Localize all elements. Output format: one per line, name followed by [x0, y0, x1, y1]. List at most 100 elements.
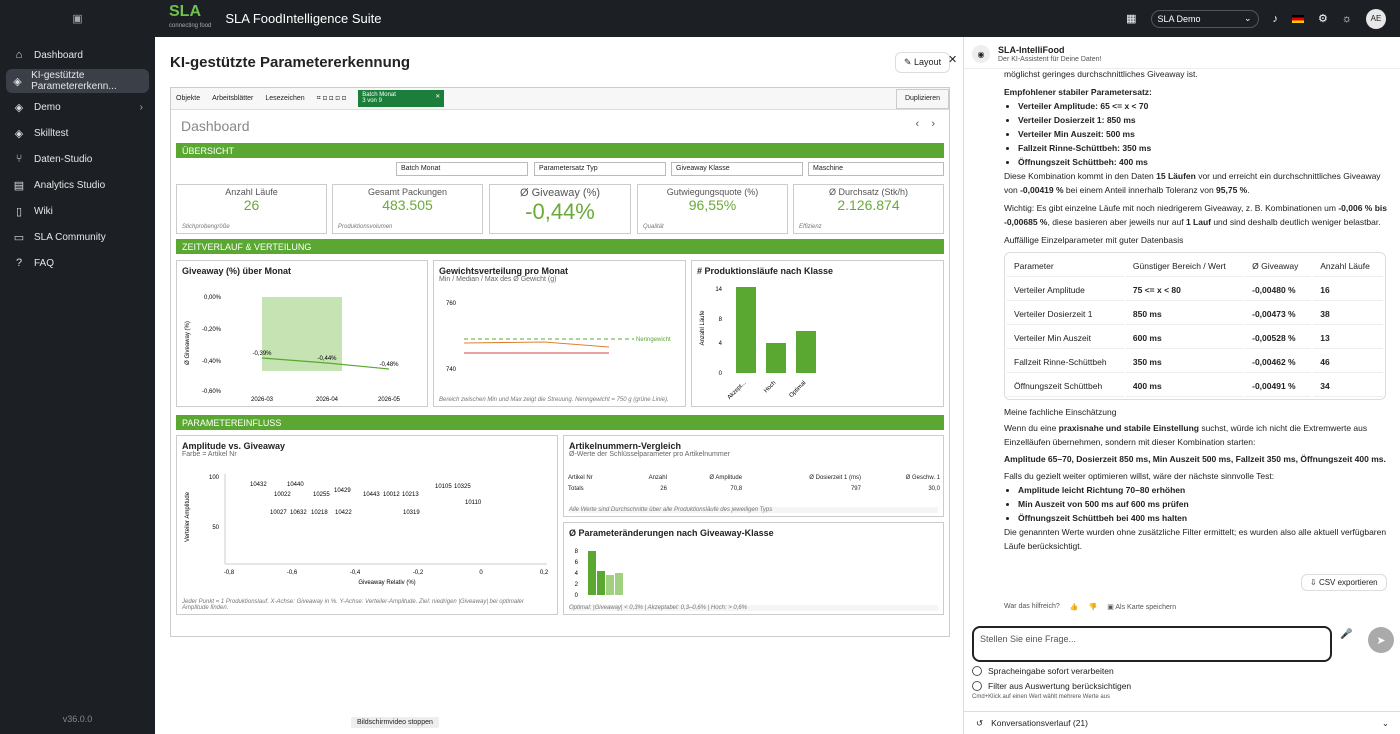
- duplicate-button[interactable]: Duplizieren: [895, 88, 949, 109]
- flag-de-icon[interactable]: [1292, 14, 1305, 23]
- x-tick: 0,2: [540, 570, 549, 576]
- bar: [766, 343, 786, 373]
- data-label: -0,39%: [252, 351, 272, 357]
- kpi-anzahl-laeufe[interactable]: Anzahl Läufe 26 Stichprobengröße: [176, 184, 327, 234]
- bar: [736, 287, 756, 373]
- environment-select[interactable]: SLA Demo ⌄: [1150, 9, 1259, 28]
- stop-recording-button[interactable]: Bildschirmvideo stoppen: [351, 717, 439, 728]
- toolbar-objects[interactable]: Objekte: [176, 95, 200, 102]
- section-header: ZEITVERLAUF & VERTEILUNG: [176, 239, 944, 254]
- radio[interactable]: [972, 681, 982, 691]
- msg-paragraph: Meine fachliche Einschätzung: [1004, 407, 1117, 417]
- point-label: 10319: [403, 510, 420, 516]
- point-label: 10443: [363, 492, 380, 498]
- y-tick: 100: [209, 475, 220, 481]
- list-item: Öffnungszeit Schüttbeh bei 400 ms halten: [1018, 513, 1188, 523]
- sidebar-item-skilltest[interactable]: ◈ Skilltest: [6, 121, 149, 145]
- logo-sub: connecting food: [169, 22, 212, 29]
- col-header: Anzahl: [648, 475, 667, 481]
- test-list: Amplitude leicht Richtung 70–80 erhöhen …: [1018, 483, 1389, 525]
- selection-tools-icon[interactable]: ⌗ ⊡ ⊡ ⊡ ⊡: [317, 95, 347, 103]
- topbar: SLA connecting food SLA FoodIntelligence …: [155, 0, 1400, 37]
- option-voice[interactable]: Spracheingabe sofort verarbeiten: [972, 666, 1114, 676]
- send-button[interactable]: ➤: [1368, 627, 1394, 653]
- sidebar-item-ki[interactable]: ◈ KI-gestützte Parametererkenn...: [6, 69, 149, 93]
- sidebar-item-label: Skilltest: [34, 127, 69, 139]
- toolbar-bookmarks[interactable]: Lesezeichen: [265, 95, 304, 102]
- sidebar-item-faq[interactable]: ? FAQ: [6, 251, 149, 275]
- radio[interactable]: [972, 666, 982, 676]
- sidebar-item-analytics[interactable]: ▤ Analytics Studio: [6, 173, 149, 197]
- clear-selection-icon[interactable]: ✕: [435, 93, 440, 100]
- thumbs-down-icon[interactable]: 👎: [1088, 603, 1097, 611]
- chart-footnote: Optimal: |Giveaway| < 0,3% | Akzeptabel:…: [569, 605, 938, 611]
- theme-icon[interactable]: ☼: [1342, 13, 1352, 25]
- main-area: KI-gestützte Parametererkennung ✎ Layout…: [155, 37, 963, 734]
- y-tick: 0,00%: [204, 295, 222, 301]
- chart-gewichtsverteilung[interactable]: Gewichtsverteilung pro Monat Min / Media…: [433, 260, 686, 407]
- app-logo[interactable]: SLA connecting food: [169, 3, 212, 33]
- microphone-icon[interactable]: 🎤: [1340, 629, 1352, 640]
- point-label: 10432: [250, 482, 267, 488]
- kpi-sub: Qualität: [643, 224, 664, 230]
- kpi-gutwiegung[interactable]: Gutwiegungsquote (%) 96,55% Qualität: [637, 184, 788, 234]
- close-icon[interactable]: ✕: [948, 53, 957, 66]
- gear-icon[interactable]: ⚙: [1318, 12, 1328, 25]
- list-item: Fallzeit Rinne-Schüttbeh: 350 ms: [1018, 143, 1152, 153]
- kpi-sub: Produktionsvolumen: [338, 224, 393, 230]
- save-card-button[interactable]: ▣ Als Karte speichern: [1107, 603, 1176, 611]
- reference-label: Nenngewicht: [636, 337, 671, 343]
- bar: [615, 573, 623, 595]
- chart-parameteraenderungen[interactable]: Ø Parameteränderungen nach Giveaway-Klas…: [563, 522, 944, 615]
- msg-highlight: Amplitude 65–70, Dosierzeit 850 ms, Min …: [1004, 454, 1386, 464]
- msg-paragraph: Falls du gezielt weiter optimieren wills…: [1004, 471, 1275, 481]
- batch-selection-chip[interactable]: Batch Monat 3 von 9 ✕: [358, 90, 445, 107]
- chart-amplitude-giveaway[interactable]: Amplitude vs. Giveaway Farbe = Artikel N…: [176, 435, 558, 615]
- toolbar-sheets[interactable]: Arbeitsblätter: [212, 95, 253, 102]
- msg-paragraph: Wenn du eine praxisnahe und stabile Eins…: [1004, 423, 1368, 447]
- msg-text: möglichst geringes durchschnittliches Gi…: [1004, 69, 1198, 79]
- avatar[interactable]: AE: [1366, 8, 1386, 29]
- thumbs-up-icon[interactable]: 👍: [1070, 603, 1079, 611]
- kpi-giveaway[interactable]: Ø Giveaway (%) -0,44%: [489, 184, 631, 234]
- sheet-nav-icons[interactable]: ‹ ›: [915, 118, 935, 130]
- chart-produktionslaeufe[interactable]: # Produktionsläufe nach Klasse Anzahl Lä…: [691, 260, 944, 407]
- filter-parametersatz[interactable]: Parametersatz Typ: [534, 162, 666, 176]
- sidebar-item-demo[interactable]: ◈ Demo ›: [6, 95, 149, 119]
- bell-icon[interactable]: ♪: [1273, 13, 1279, 25]
- x-tick: Akzept...: [727, 380, 748, 401]
- chart-giveaway-monat[interactable]: Giveaway (%) über Monat 0,00% -0,20% -0,…: [176, 260, 428, 407]
- y-axis-label: Anzahl Läufe: [700, 310, 706, 346]
- sidebar-item-daten-studio[interactable]: ⑂ Daten-Studio: [6, 147, 149, 171]
- x-tick: -0,2: [413, 570, 424, 576]
- point-label: 10440: [287, 482, 304, 488]
- kpi-durchsatz[interactable]: Ø Durchsatz (Stk/h) 2.126.874 Effizienz: [793, 184, 944, 234]
- point-label: 10632: [290, 510, 307, 516]
- filter-batch-monat[interactable]: Batch Monat: [396, 162, 528, 176]
- environment-value: SLA Demo: [1157, 13, 1201, 24]
- table-artikelnummern[interactable]: Artikelnummern-Vergleich Ø-Werte der Sch…: [563, 435, 944, 517]
- option-filter[interactable]: Filter aus Auswertung berücksichtigen: [972, 681, 1131, 691]
- csv-export-button[interactable]: ⇩ CSV exportieren: [1301, 574, 1387, 591]
- sidebar-item-wiki[interactable]: ▯ Wiki: [6, 199, 149, 223]
- chart-footnote: Bereich zwischen Min und Max zeigt die S…: [439, 397, 669, 403]
- kpi-packungen[interactable]: Gesamt Packungen 483.505 Produktionsvolume…: [332, 184, 483, 234]
- filter-maschine[interactable]: Maschine: [808, 162, 944, 176]
- chart-title: # Produktionsläufe nach Klasse: [697, 266, 834, 276]
- sidebar-item-dashboard[interactable]: ⌂ Dashboard: [6, 43, 149, 67]
- bar: [796, 331, 816, 373]
- sidebar-toggle-icon[interactable]: ▣: [0, 0, 155, 37]
- layout-button[interactable]: ✎ Layout: [895, 52, 951, 73]
- sidebar-item-community[interactable]: ▭ SLA Community: [6, 225, 149, 249]
- conversation-history-toggle[interactable]: ↺ Konversationsverlauf (21) ⌄: [964, 711, 1400, 734]
- y-tick: 0: [719, 371, 723, 377]
- chat-input[interactable]: Stellen Sie eine Frage...: [972, 626, 1332, 662]
- branch-icon: ⑂: [15, 153, 23, 165]
- chevron-down-icon: ⌄: [1381, 717, 1389, 728]
- book-icon: ▯: [15, 205, 23, 218]
- table-row: Verteiler Dosierzeit 1 850 ms -0,00473 % 38: [1007, 303, 1383, 325]
- param-table: Parameter Günstiger Bereich / Wert Ø Givea…: [1004, 252, 1386, 400]
- x-tick: Hoch: [763, 380, 777, 394]
- filter-giveaway-klasse[interactable]: Giveaway Klasse: [671, 162, 803, 176]
- msg-heading: Empfohlener stabiler Parametersatz:: [1004, 87, 1152, 97]
